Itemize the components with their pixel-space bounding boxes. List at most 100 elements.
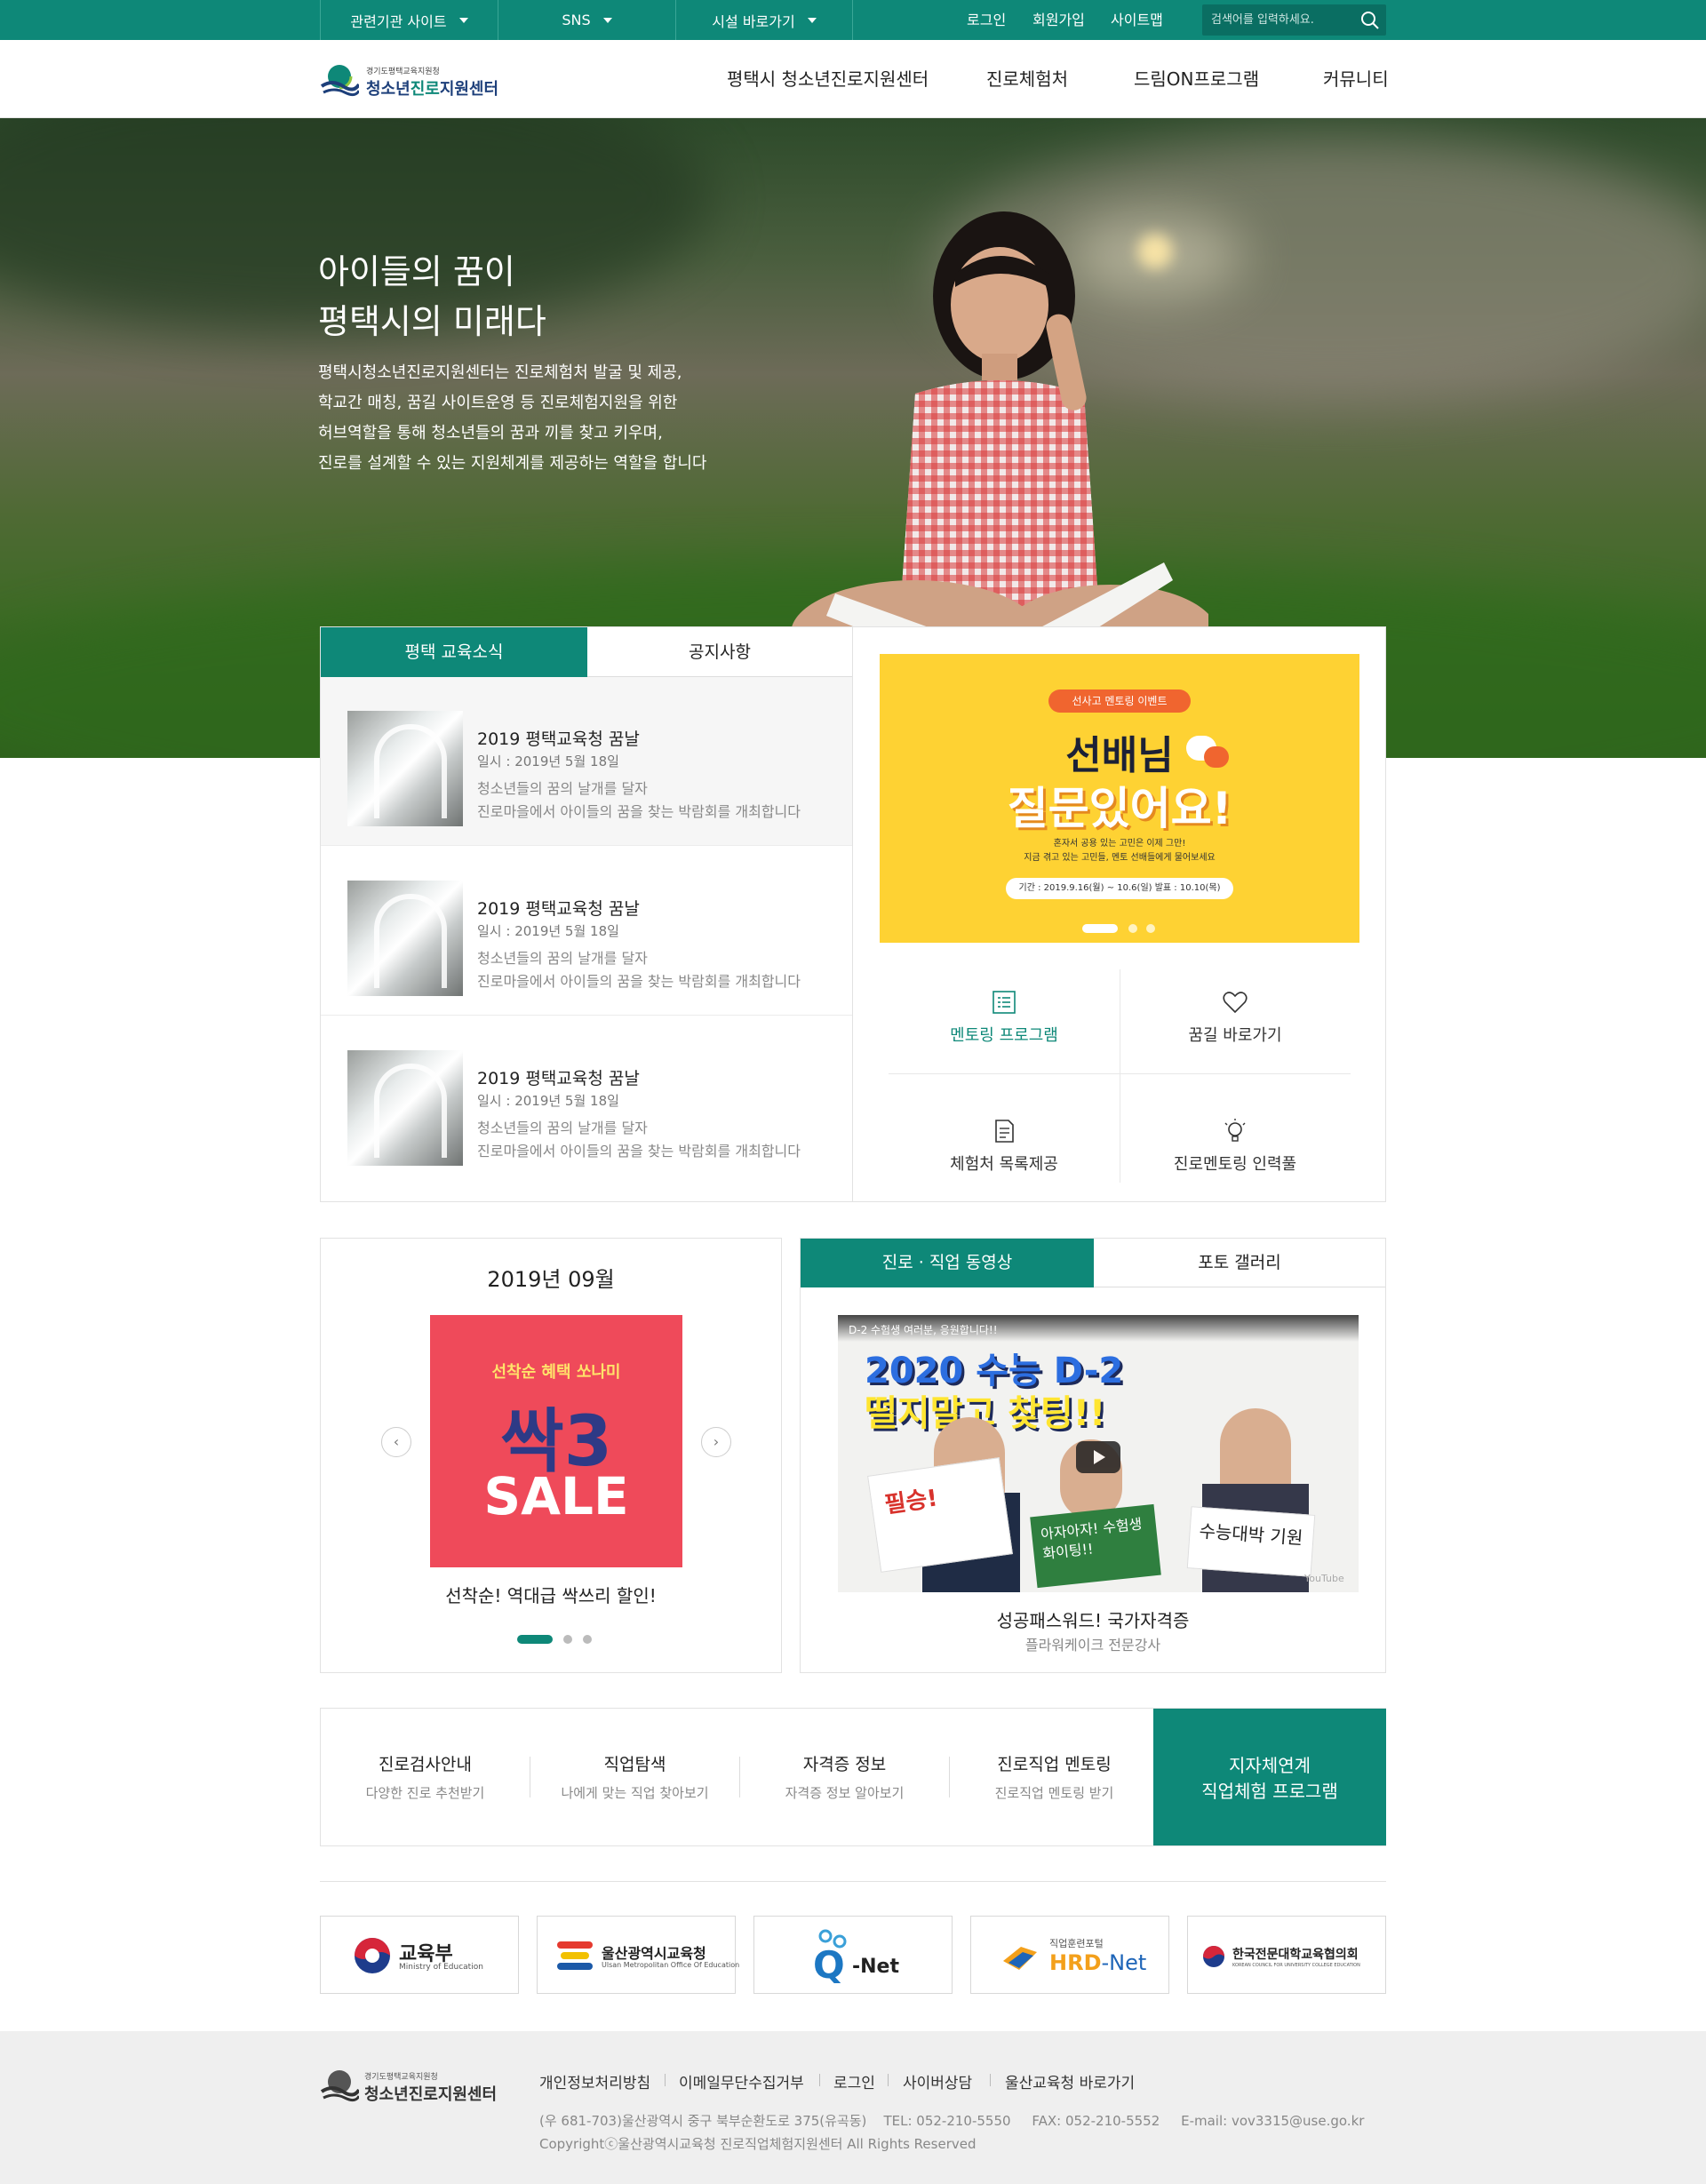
news-list-item[interactable]: 2019 평택교육청 꿈날 일시 : 2019년 5월 18일 청소년들의 꿈의…: [321, 1016, 852, 1185]
tab-notices[interactable]: 공지사항: [587, 627, 852, 677]
search-icon[interactable]: [1359, 10, 1381, 31]
nav-center[interactable]: 평택시 청소년진로지원센터: [727, 40, 929, 118]
site-logo[interactable]: 경기도평택교육지원청 청소년진로지원센터: [320, 63, 515, 99]
banner-line2: 질문있어요!: [1007, 783, 1232, 834]
news-desc-line: 진로마을에서 아이들의 꿈을 찾는 박람회를 개최합니다: [477, 973, 801, 990]
service-career-test[interactable]: 진로검사안내 다양한 진로 추천받기: [321, 1709, 530, 1845]
slide-dot[interactable]: [1146, 924, 1155, 933]
banner-line1: 선배님: [1065, 733, 1174, 778]
partner-qnet[interactable]: Q -Net: [753, 1916, 953, 1994]
footer-logo[interactable]: 경기도평택교육지원청 청소년진로지원센터: [320, 2068, 515, 2104]
speech-bubble-icon: [1204, 746, 1229, 768]
news-list-item[interactable]: 2019 평택교육청 꿈날 일시 : 2019년 5월 18일 청소년들의 꿈의…: [321, 847, 852, 1016]
signup-link[interactable]: 회원가입: [1032, 0, 1085, 40]
service-highlight-line2: 직업체험 프로그램: [1201, 1781, 1338, 1802]
partner-moe[interactable]: 교육부 Ministry of Education: [320, 1916, 519, 1994]
moe-en: Ministry of Education: [399, 1963, 483, 1972]
tab-education-news[interactable]: 평택 교육소식: [321, 627, 587, 677]
top-utility-bar: 관련기관 사이트 SNS 시설 바로가기 로그인 회원가입 사이트맵: [0, 0, 1706, 40]
quick-link-label: 멘토링 프로그램: [950, 1026, 1058, 1045]
event-banner[interactable]: 선사고 멘토링 이벤트 선배님 질문있어요! 혼자서 공용 있는 고민은 이제 …: [880, 654, 1359, 943]
news-title: 2019 평택교육청 꿈날: [477, 1069, 640, 1088]
service-certificate[interactable]: 자격증 정보 자격증 정보 알아보기: [740, 1709, 949, 1845]
video-panel: 진로 · 직업 동영상 포토 갤러리 D-2 수험생 여러분, 응원합니다!! …: [800, 1238, 1386, 1673]
slide-dot[interactable]: [1128, 924, 1137, 933]
video-title: D-2 수험생 여러분, 응원합니다!!: [849, 1324, 998, 1336]
service-title: 직업탐색: [603, 1755, 666, 1774]
next-arrow-icon[interactable]: ›: [701, 1427, 731, 1457]
hero-title-line2: 평택시의 미래다: [318, 302, 546, 341]
slide-dot[interactable]: [583, 1635, 592, 1644]
slide-dot[interactable]: [563, 1635, 572, 1644]
footer-ulsan-link[interactable]: 울산교육청 바로가기: [1005, 2070, 1135, 2092]
footer-copyright: Copyrightⓒ울산광역시교육청 진로직업체험지원센터 All Rights…: [539, 2136, 977, 2152]
news-desc-line: 진로마을에서 아이들의 꿈을 찾는 박람회를 개최합니다: [477, 1143, 801, 1160]
service-local-program[interactable]: 지자체연계 직업체험 프로그램: [1153, 1709, 1386, 1845]
news-desc-line: 진로마을에서 아이들의 꿈을 찾는 박람회를 개최합니다: [477, 803, 801, 820]
nav-experience[interactable]: 진로체험처: [986, 40, 1068, 118]
service-sub: 나에게 맞는 직업 찾아보기: [561, 1785, 709, 1801]
logo-text-a: 청소년: [364, 2085, 409, 2104]
tab-photo-gallery[interactable]: 포토 갤러리: [1094, 1239, 1385, 1287]
related-sites-dropdown[interactable]: 관련기관 사이트: [320, 0, 498, 40]
facility-dropdown[interactable]: 시설 바로가기: [675, 0, 853, 40]
ulsan-emblem-icon: [557, 1941, 593, 1970]
sign-board: 필승!: [867, 1457, 1013, 1573]
tab-career-video[interactable]: 진로 · 직업 동영상: [801, 1239, 1094, 1287]
hrd-emblem-icon: [1003, 1947, 1037, 1970]
nav-dream-on[interactable]: 드림ON프로그램: [1134, 40, 1259, 118]
play-button[interactable]: [1076, 1441, 1120, 1473]
quick-link-experience-list[interactable]: 체험처 목록제공: [889, 1098, 1120, 1205]
hrd-small: 직업훈련포털: [1049, 1938, 1104, 1949]
caret-down-icon: [602, 17, 612, 23]
play-icon: [1094, 1450, 1105, 1464]
search-input[interactable]: [1211, 4, 1353, 36]
service-title: 진로검사안내: [379, 1755, 472, 1774]
sign-text: 필승!: [882, 1485, 940, 1519]
hero-description: 평택시청소년진로지원센터는 진로체험처 발굴 및 제공, 학교간 매칭, 꿈길 …: [318, 358, 707, 479]
youtube-logo: YouTube: [1304, 1573, 1344, 1584]
news-desc: 청소년들의 꿈의 날개를 달자 진로마을에서 아이들의 꿈을 찾는 박람회를 개…: [477, 947, 801, 993]
service-bar: 진로검사안내 다양한 진로 추천받기 직업탐색 나에게 맞는 직업 찾아보기 자…: [320, 1708, 1386, 1846]
sitemap-link[interactable]: 사이트맵: [1111, 0, 1163, 40]
promo-image[interactable]: 선착순 혜택 쏘나미 싹3 SALE: [430, 1315, 682, 1567]
news-list-item[interactable]: 2019 평택교육청 꿈날 일시 : 2019년 5월 18일 청소년들의 꿈의…: [321, 677, 852, 846]
slide-dot-active[interactable]: [517, 1635, 553, 1644]
quick-link-mentoring[interactable]: 멘토링 프로그램: [889, 969, 1120, 1076]
quick-link-kkumgil[interactable]: 꿈길 바로가기: [1120, 969, 1351, 1076]
footer-counsel-link[interactable]: 사이버상담: [903, 2070, 972, 2092]
footer-privacy-link[interactable]: 개인정보처리방침: [539, 2070, 650, 2092]
qnet-net: -Net: [852, 1956, 899, 1978]
prev-arrow-icon[interactable]: ‹: [381, 1427, 411, 1457]
partner-ulsan[interactable]: 울산광역시교육청 Ulsan Metropolitan Office Of Ed…: [537, 1916, 739, 1994]
logo-text-b: 진로: [408, 2085, 438, 2104]
hero-desc-line: 평택시청소년진로지원센터는 진로체험처 발굴 및 제공,: [318, 363, 682, 382]
kcue-emblem-icon: [1203, 1946, 1224, 1967]
nav-community[interactable]: 커뮤니티: [1323, 40, 1389, 118]
partner-kcue[interactable]: 한국전문대학교육협의회 KOREAN COUNCIL FOR UNIVERSIT…: [1187, 1916, 1386, 1994]
banner-sub2: 지금 겪고 있는 고민들, 멘토 선배들에게 물어보세요: [1024, 853, 1216, 863]
sign-board: 아자아자! 수험생 화이팅!!: [1030, 1503, 1161, 1589]
service-mentoring[interactable]: 진로직업 멘토링 진로직업 멘토링 받기: [950, 1709, 1159, 1845]
logo-text-c: 지원센터: [439, 80, 499, 99]
promo-sale-text: SALE: [483, 1466, 629, 1526]
service-sub: 진로직업 멘토링 받기: [994, 1785, 1114, 1801]
facility-label: 시설 바로가기: [712, 12, 795, 30]
footer-login-link[interactable]: 로그인: [833, 2070, 875, 2092]
quick-link-mentor-pool[interactable]: 진로멘토링 인력풀: [1120, 1098, 1351, 1205]
news-date: 일시 : 2019년 5월 18일: [477, 753, 619, 769]
sns-dropdown[interactable]: SNS: [498, 0, 675, 40]
news-desc-line: 청소년들의 꿈의 날개를 달자: [477, 950, 648, 967]
service-job-explore[interactable]: 직업탐색 나에게 맞는 직업 찾아보기: [530, 1709, 739, 1845]
video-player[interactable]: D-2 수험생 여러분, 응원합니다!! 2020 수능 D-2 떨지말고 찾팅…: [838, 1315, 1359, 1592]
partner-hrd[interactable]: 직업훈련포털 HRD-Net: [970, 1916, 1169, 1994]
footer-logo-main: 청소년진로지원센터: [364, 2082, 497, 2105]
moe-emblem-icon: [355, 1938, 390, 1973]
news-thumbnail: [347, 881, 463, 996]
footer-email-policy-link[interactable]: 이메일무단수집거부: [679, 2070, 804, 2092]
banner-badge: 선사고 멘토링 이벤트: [1048, 689, 1191, 713]
login-link[interactable]: 로그인: [967, 0, 1006, 40]
hero-title: 아이들의 꿈이 평택시의 미래다: [318, 247, 546, 347]
right-panel: 선사고 멘토링 이벤트 선배님 질문있어요! 혼자서 공용 있는 고민은 이제 …: [853, 626, 1386, 1202]
slide-dot-active[interactable]: [1082, 924, 1118, 933]
